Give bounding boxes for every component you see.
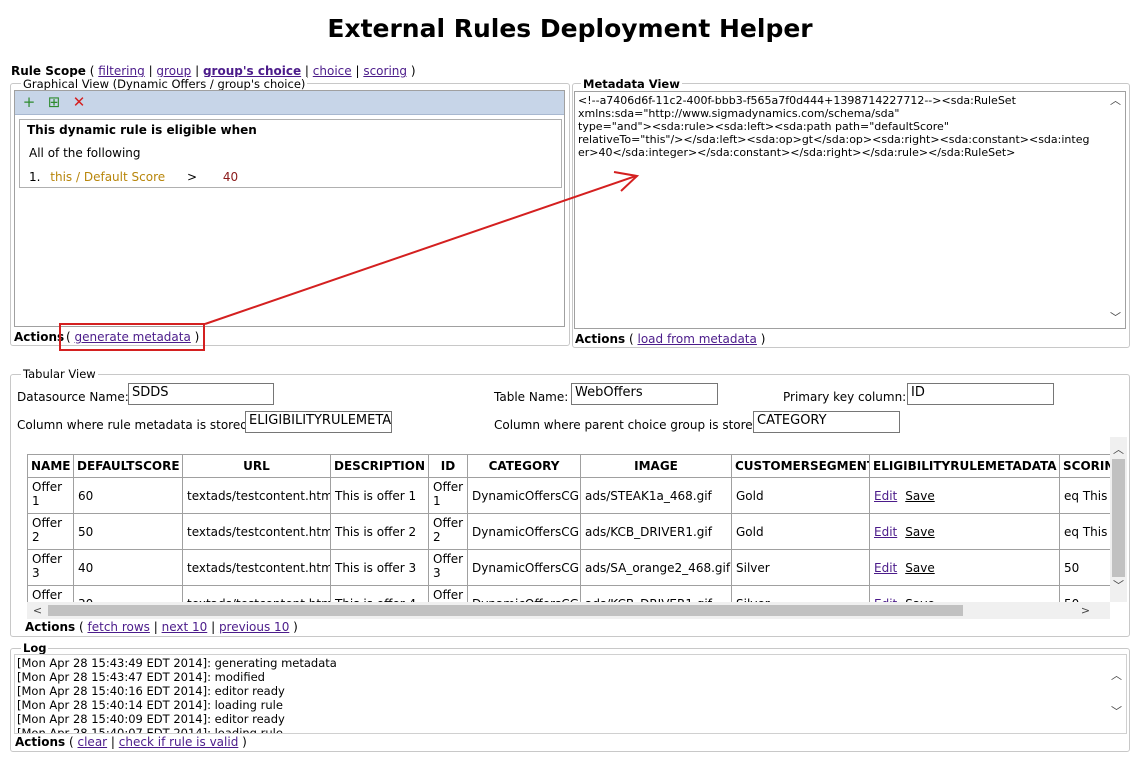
edit-link[interactable]: Edit	[874, 561, 897, 575]
col-header-category[interactable]: CATEGORY	[467, 454, 581, 478]
save-link[interactable]: Save	[905, 561, 934, 575]
cell-actions: Edit Save	[869, 549, 1060, 586]
log-legend: Log	[21, 641, 49, 655]
parent-column-label: Column where parent choice group is stor…	[494, 418, 765, 432]
log-actions: Actions ( clear | check if rule is valid…	[15, 735, 247, 749]
cell-desc: This is offer 2	[330, 513, 429, 550]
data-table: NAME DEFAULTSCORE URL DESCRIPTION ID CAT…	[27, 454, 1127, 619]
cell-name: Offer 2	[27, 513, 74, 550]
cell-desc: This is offer 1	[330, 477, 429, 514]
scrollbar-thumb[interactable]	[48, 605, 963, 616]
log-line: [Mon Apr 28 15:40:16 EDT 2014]: editor r…	[17, 684, 285, 698]
data-table-scroll[interactable]: NAME DEFAULTSCORE URL DESCRIPTION ID CAT…	[27, 437, 1127, 619]
cell-actions: Edit Save	[869, 513, 1060, 550]
edit-link[interactable]: Edit	[874, 525, 897, 539]
check-rule-valid-link[interactable]: check if rule is valid	[119, 735, 239, 749]
table-header-row: NAME DEFAULTSCORE URL DESCRIPTION ID CAT…	[27, 454, 1127, 478]
scroll-up-icon[interactable]: ︿	[1108, 669, 1125, 683]
primary-key-label: Primary key column:	[783, 390, 907, 404]
col-header-image[interactable]: IMAGE	[580, 454, 732, 478]
log-line: [Mon Apr 28 15:40:07 EDT 2014]: loading …	[17, 726, 283, 734]
metadata-column-input[interactable]: ELIGIBILITYRULEMETADATA	[245, 411, 392, 433]
log-line: [Mon Apr 28 15:43:49 EDT 2014]: generati…	[17, 656, 337, 670]
cell-actions: Edit Save	[869, 477, 1060, 514]
table-vertical-scrollbar[interactable]: ︿ ﹀	[1110, 437, 1127, 602]
scroll-down-icon[interactable]: ﹀	[1110, 577, 1127, 593]
col-header-name[interactable]: NAME	[27, 454, 74, 478]
previous-10-link[interactable]: previous 10	[219, 620, 289, 634]
table-row[interactable]: Offer 1 60 textads/testcontent.html This is…	[27, 477, 1127, 514]
log-line: [Mon Apr 28 15:43:47 EDT 2014]: modified	[17, 670, 265, 684]
table-horizontal-scrollbar[interactable]: < >	[27, 602, 1110, 619]
datasource-input[interactable]: SDDS	[128, 383, 274, 405]
cell-img: ads/SA_orange2_468.gif	[580, 549, 732, 586]
table-name-label: Table Name:	[494, 390, 569, 404]
log-actions-label: Actions	[15, 735, 66, 749]
col-header-id[interactable]: ID	[428, 454, 468, 478]
fetch-rows-link[interactable]: fetch rows	[88, 620, 150, 634]
cell-seg: Silver	[731, 549, 870, 586]
tabular-actions-label: Actions	[25, 620, 76, 634]
next-10-link[interactable]: next 10	[162, 620, 208, 634]
cell-seg: Gold	[731, 513, 870, 550]
tabular-actions: Actions ( fetch rows | next 10 | previou…	[25, 620, 298, 634]
primary-key-input[interactable]: ID	[907, 383, 1054, 405]
cell-url: textads/testcontent.html	[182, 549, 331, 586]
scrollbar-thumb[interactable]	[1112, 459, 1125, 577]
save-link[interactable]: Save	[905, 489, 934, 503]
cell-cat: DynamicOffersCG	[467, 477, 581, 514]
cell-id: Offer 2	[428, 513, 468, 550]
cell-img: ads/STEAK1a_468.gif	[580, 477, 732, 514]
col-header-defaultscore[interactable]: DEFAULTSCORE	[73, 454, 183, 478]
col-header-url[interactable]: URL	[182, 454, 331, 478]
table-row[interactable]: Offer 2 50 textads/testcontent.html This is…	[27, 513, 1127, 550]
cell-score: 50	[73, 513, 183, 550]
col-header-eligibilityrulemetadata[interactable]: ELIGIBILITYRULEMETADATA	[869, 454, 1060, 478]
metadata-column-label: Column where rule metadata is stored:	[17, 418, 252, 432]
cell-id: Offer 3	[428, 549, 468, 586]
save-link[interactable]: Save	[905, 525, 934, 539]
datasource-label: Datasource Name:	[17, 390, 129, 404]
col-header-customersegment[interactable]: CUSTOMERSEGMENT	[731, 454, 870, 478]
cell-cat: DynamicOffersCG	[467, 549, 581, 586]
cell-score: 40	[73, 549, 183, 586]
cell-cat: DynamicOffersCG	[467, 513, 581, 550]
log-line: [Mon Apr 28 15:40:14 EDT 2014]: loading …	[17, 698, 283, 712]
clear-log-link[interactable]: clear	[78, 735, 108, 749]
tabular-view-legend: Tabular View	[21, 367, 98, 381]
cell-url: textads/testcontent.html	[182, 513, 331, 550]
table-name-input[interactable]: WebOffers	[571, 383, 718, 405]
scroll-left-icon[interactable]: <	[29, 604, 46, 617]
scroll-up-icon[interactable]: ︿	[1110, 441, 1127, 457]
log-line: [Mon Apr 28 15:40:09 EDT 2014]: editor r…	[17, 712, 285, 726]
cell-score: 60	[73, 477, 183, 514]
cell-img: ads/KCB_DRIVER1.gif	[580, 513, 732, 550]
cell-url: textads/testcontent.html	[182, 477, 331, 514]
table-row[interactable]: Offer 3 40 textads/testcontent.html This is…	[27, 549, 1127, 586]
log-textarea[interactable]: [Mon Apr 28 15:43:49 EDT 2014]: generati…	[14, 654, 1127, 734]
cell-id: Offer 1	[428, 477, 468, 514]
scroll-right-icon[interactable]: >	[1077, 604, 1094, 617]
cell-name: Offer 1	[27, 477, 74, 514]
cell-name: Offer 3	[27, 549, 74, 586]
parent-column-input[interactable]: CATEGORY	[753, 411, 900, 433]
scroll-down-icon[interactable]: ﹀	[1108, 705, 1125, 719]
col-header-description[interactable]: DESCRIPTION	[330, 454, 429, 478]
cell-seg: Gold	[731, 477, 870, 514]
edit-link[interactable]: Edit	[874, 489, 897, 503]
cell-desc: This is offer 3	[330, 549, 429, 586]
